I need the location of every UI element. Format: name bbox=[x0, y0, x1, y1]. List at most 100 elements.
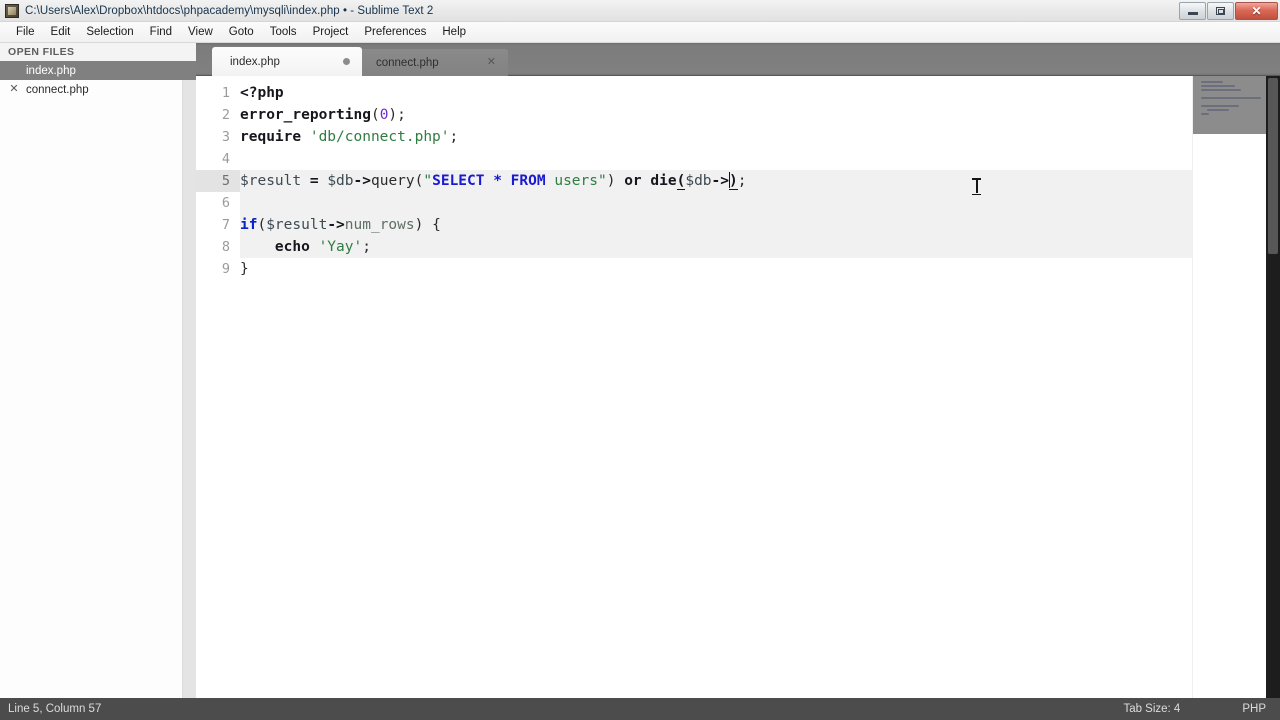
code-line: $result = $db->query("SELECT * FROM user… bbox=[240, 170, 1192, 192]
sidebar-item-index-php[interactable]: index.php bbox=[0, 61, 196, 80]
close-icon: ✕ bbox=[1251, 4, 1262, 18]
code-token: ) bbox=[729, 173, 738, 190]
menu-project[interactable]: Project bbox=[305, 24, 357, 40]
sidebar-item-connect-php[interactable]: ✕ connect.php bbox=[0, 80, 196, 99]
line-number: 5 bbox=[196, 170, 240, 192]
sublime-text-window: C:\Users\Alex\Dropbox\htdocs\phpacademy\… bbox=[0, 0, 1280, 720]
code-region: 1 2 3 4 5 6 7 8 9 <?php error_reporting(0); requir… bbox=[196, 76, 1280, 698]
open-files-list: index.php ✕ connect.php bbox=[0, 61, 196, 99]
statusbar: Line 5, Column 57 Tab Size: 4 PHP bbox=[0, 698, 1280, 720]
line-number: 1 bbox=[221, 85, 230, 101]
menu-selection[interactable]: Selection bbox=[78, 24, 141, 40]
line-number: 6 bbox=[221, 195, 230, 211]
window-title: C:\Users\Alex\Dropbox\htdocs\phpacademy\… bbox=[25, 4, 434, 17]
file-name-label: index.php bbox=[26, 64, 76, 77]
code-token: ; bbox=[737, 173, 747, 189]
code-token: SELECT * FROM bbox=[432, 173, 546, 189]
window-titlebar: C:\Users\Alex\Dropbox\htdocs\phpacademy\… bbox=[0, 0, 1280, 22]
line-number: 9 bbox=[221, 261, 230, 277]
sidebar-section-open-files: OPEN FILES bbox=[0, 43, 196, 61]
code-token: $db bbox=[685, 173, 712, 189]
code-token: 'db/connect.php' bbox=[309, 129, 450, 145]
language-label[interactable]: PHP bbox=[1242, 703, 1266, 715]
code-token: -> bbox=[353, 173, 371, 189]
code-token: 'Yay' bbox=[318, 239, 363, 255]
code-line: error_reporting(0); bbox=[240, 104, 1192, 126]
line-number: 2 bbox=[221, 107, 230, 123]
code-token: error_reporting bbox=[240, 107, 371, 123]
code-token: query bbox=[370, 173, 415, 189]
close-icon[interactable]: ✕ bbox=[487, 57, 496, 68]
file-name-label: connect.php bbox=[26, 83, 89, 96]
menu-tools[interactable]: Tools bbox=[262, 24, 305, 40]
editor-pane: index.php connect.php ✕ 1 2 3 4 5 6 7 8 9 <?php e… bbox=[196, 43, 1280, 698]
tab-connect-php[interactable]: connect.php ✕ bbox=[358, 49, 508, 76]
tab-size-label[interactable]: Tab Size: 4 bbox=[1123, 703, 1180, 715]
code-token: } bbox=[240, 261, 249, 277]
code-line: <?php bbox=[240, 82, 1192, 104]
vertical-scrollbar[interactable] bbox=[1266, 76, 1280, 698]
statusbar-right: Tab Size: 4 PHP bbox=[1123, 698, 1280, 720]
code-token: ; bbox=[449, 129, 459, 145]
restore-button[interactable] bbox=[1207, 2, 1234, 20]
code-token: require bbox=[240, 129, 302, 145]
code-token: -> bbox=[327, 217, 345, 233]
code-token: ) bbox=[388, 107, 398, 123]
line-number: 7 bbox=[221, 217, 230, 233]
code-token: { bbox=[432, 217, 441, 233]
line-number: 4 bbox=[221, 151, 230, 167]
code-token: <?php bbox=[240, 85, 284, 101]
code-token: ; bbox=[397, 107, 406, 123]
tabbar: index.php connect.php ✕ bbox=[196, 43, 1280, 76]
code-token: or bbox=[624, 173, 642, 189]
close-icon[interactable]: ✕ bbox=[8, 84, 20, 95]
scrollbar-thumb[interactable] bbox=[1268, 78, 1278, 254]
unsaved-changes-icon bbox=[343, 58, 350, 65]
tab-label: index.php bbox=[230, 55, 280, 68]
sublime-text-icon bbox=[5, 3, 19, 18]
menu-help[interactable]: Help bbox=[434, 24, 474, 40]
code-token: $db bbox=[327, 173, 354, 189]
sidebar-divider[interactable] bbox=[182, 43, 196, 698]
code-token: ( bbox=[370, 107, 380, 123]
line-number-gutter: 1 2 3 4 5 6 7 8 9 bbox=[196, 76, 240, 698]
menu-goto[interactable]: Goto bbox=[221, 24, 262, 40]
code-line: require 'db/connect.php'; bbox=[240, 126, 1192, 148]
code-token: -> bbox=[711, 173, 730, 189]
code-token: ; bbox=[362, 239, 371, 255]
restore-icon bbox=[1216, 7, 1225, 15]
code-token: echo bbox=[274, 239, 310, 255]
menu-preferences[interactable]: Preferences bbox=[356, 24, 434, 40]
line-number: 8 bbox=[221, 239, 230, 255]
code-minimap[interactable] bbox=[1192, 76, 1280, 698]
line-number: 3 bbox=[221, 129, 230, 145]
window-controls: ✕ bbox=[1179, 2, 1278, 20]
code-token: die bbox=[650, 173, 677, 189]
caret-position-label: Line 5, Column 57 bbox=[8, 703, 102, 715]
code-token: = bbox=[309, 173, 319, 189]
menu-find[interactable]: Find bbox=[142, 24, 180, 40]
minimize-icon bbox=[1187, 12, 1198, 15]
code-editor[interactable]: <?php error_reporting(0); require 'db/conn… bbox=[240, 76, 1192, 698]
minimize-button[interactable] bbox=[1179, 2, 1206, 20]
tab-index-php[interactable]: index.php bbox=[212, 47, 362, 76]
menu-edit[interactable]: Edit bbox=[43, 24, 79, 40]
code-token: ( bbox=[257, 217, 267, 233]
sidebar: OPEN FILES index.php ✕ connect.php bbox=[0, 43, 196, 698]
tab-label: connect.php bbox=[376, 56, 439, 69]
workspace: OPEN FILES index.php ✕ connect.php index… bbox=[0, 43, 1280, 698]
menu-file[interactable]: File bbox=[8, 24, 43, 40]
code-line: if($result->num_rows) { bbox=[240, 214, 1192, 236]
menu-view[interactable]: View bbox=[180, 24, 221, 40]
code-token: num_rows bbox=[344, 217, 415, 233]
close-button[interactable]: ✕ bbox=[1235, 2, 1278, 20]
